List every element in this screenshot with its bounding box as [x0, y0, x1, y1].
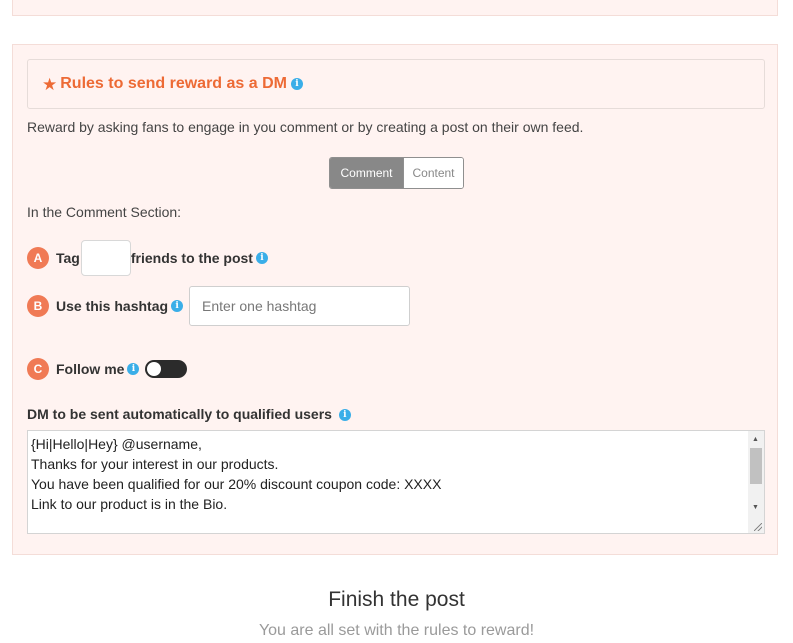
mode-toggle: Comment Content: [329, 157, 464, 189]
tag-friends-count-input[interactable]: [80, 240, 131, 276]
finish-title: Finish the post: [328, 588, 465, 611]
scroll-up-icon[interactable]: ▲: [752, 436, 759, 443]
scroll-thumb[interactable]: [750, 448, 762, 484]
badge-c: C: [27, 358, 49, 380]
hashtag-label: Use this hashtag: [56, 298, 169, 314]
rules-panel: ★ Rules to send reward as a DM i Reward …: [12, 44, 778, 555]
info-icon[interactable]: i: [290, 78, 303, 90]
previous-section-panel: [12, 0, 778, 16]
tab-comment[interactable]: Comment: [330, 158, 403, 188]
dm-label: DM to be sent automatically to qualified…: [27, 406, 351, 422]
textarea-scrollbar[interactable]: ▲ ▼: [748, 431, 764, 533]
dm-message-textarea[interactable]: {Hi|Hello|Hey} @username, Thanks for you…: [27, 430, 765, 534]
tag-prefix-label: Tag: [56, 250, 80, 266]
tab-content[interactable]: Content: [403, 158, 463, 188]
badge-a: A: [27, 247, 49, 269]
rules-description: Reward by asking fans to engage in you c…: [27, 119, 584, 135]
rule-b-row: B Use this hashtag i: [27, 286, 411, 326]
info-icon[interactable]: i: [338, 409, 351, 422]
rules-title: Rules to send reward as a DM: [60, 75, 287, 92]
rules-header: ★ Rules to send reward as a DM i: [27, 59, 765, 109]
follow-me-label: Follow me: [56, 361, 125, 377]
follow-me-switch[interactable]: [145, 360, 188, 378]
rule-a-row: A Tag friends to the post i: [27, 240, 268, 276]
scroll-down-icon[interactable]: ▼: [752, 504, 759, 511]
resize-handle-icon[interactable]: [754, 523, 762, 531]
switch-knob: [147, 362, 162, 376]
dm-label-text: DM to be sent automatically to qualified…: [27, 406, 332, 422]
dm-message-text: {Hi|Hello|Hey} @username, Thanks for you…: [31, 436, 442, 512]
finish-subtitle: You are all set with the rules to reward…: [258, 622, 535, 639]
info-icon[interactable]: i: [255, 252, 268, 264]
rule-c-row: C Follow me i: [27, 358, 188, 380]
tag-suffix-label: friends to the post: [130, 250, 253, 266]
hashtag-input[interactable]: [189, 286, 411, 326]
info-icon[interactable]: i: [127, 363, 140, 375]
star-icon: ★: [42, 74, 58, 94]
comment-section-heading: In the Comment Section:: [27, 204, 182, 220]
info-icon[interactable]: i: [171, 300, 184, 312]
badge-b: B: [27, 295, 49, 317]
